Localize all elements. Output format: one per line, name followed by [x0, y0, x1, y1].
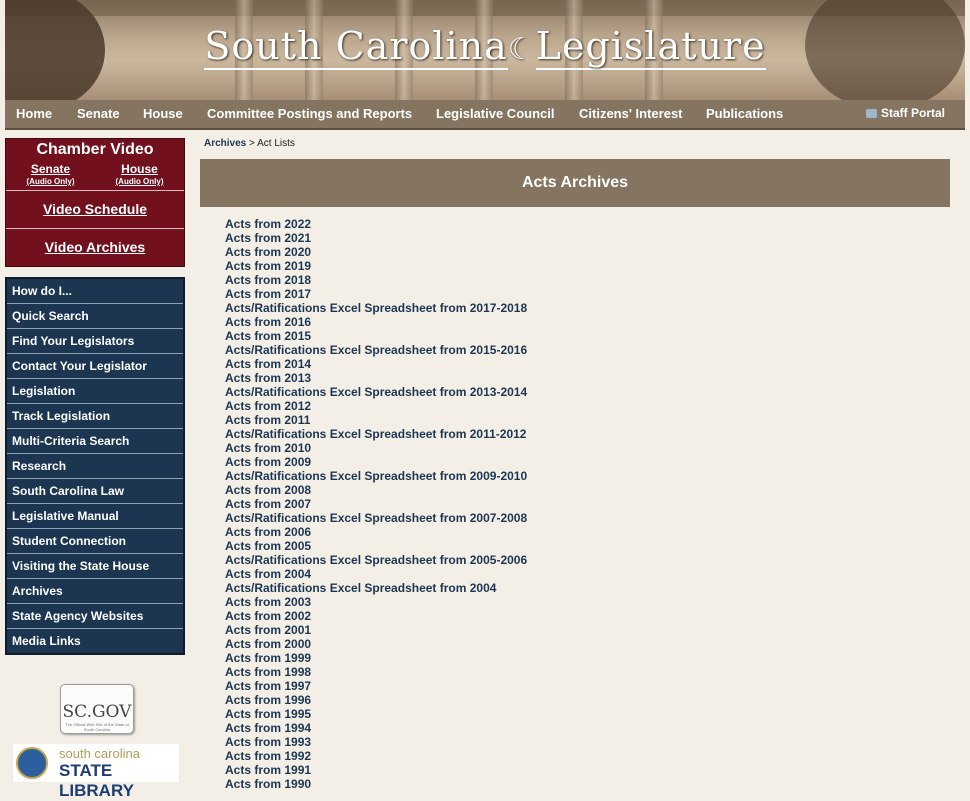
house-audio-only-link[interactable]: (Audio Only)	[116, 177, 164, 186]
act-link[interactable]: Acts from 2021	[225, 231, 527, 245]
sidenav-research[interactable]: Research	[7, 454, 183, 479]
staff-portal-link[interactable]: Staff Portal	[865, 106, 945, 120]
side-nav: How do I... Quick Search Find Your Legis…	[5, 277, 185, 655]
staff-portal-label: Staff Portal	[880, 106, 945, 120]
state-library-logo[interactable]: south carolina STATE LIBRARY	[13, 744, 179, 800]
act-link[interactable]: Acts from 1991	[225, 763, 527, 777]
nav-senate[interactable]: Senate	[77, 106, 120, 121]
acts-list: Acts from 2022 Acts from 2021 Acts from 20…	[225, 217, 527, 791]
nav-committee-postings[interactable]: Committee Postings and Reports	[207, 106, 412, 121]
nav-publications[interactable]: Publications	[706, 106, 783, 121]
senate-audio-only-link[interactable]: (Audio Only)	[27, 177, 75, 186]
act-link[interactable]: Acts from 2004	[225, 567, 527, 581]
page-title: Acts Archives	[200, 159, 950, 207]
act-link[interactable]: Acts from 1998	[225, 665, 527, 679]
lock-icon	[865, 109, 877, 118]
act-link[interactable]: Acts from 1999	[225, 651, 527, 665]
sidenav-media-links[interactable]: Media Links	[7, 629, 183, 653]
breadcrumb-current: Act Lists	[257, 138, 295, 149]
act-link[interactable]: Acts/Ratifications Excel Spreadsheet fro…	[225, 427, 527, 441]
act-link[interactable]: Acts/Ratifications Excel Spreadsheet fro…	[225, 301, 527, 315]
sidenav-state-agency-websites[interactable]: State Agency Websites	[7, 604, 183, 629]
act-link[interactable]: Acts from 2010	[225, 441, 527, 455]
sidenav-legislative-manual[interactable]: Legislative Manual	[7, 504, 183, 529]
act-link[interactable]: Acts from 2013	[225, 371, 527, 385]
sidenav-quick-search[interactable]: Quick Search	[7, 304, 183, 329]
chamber-video-title: Chamber Video	[36, 141, 154, 158]
act-link[interactable]: Acts from 2011	[225, 413, 527, 427]
act-link[interactable]: Acts from 2008	[225, 483, 527, 497]
act-link[interactable]: Acts/Ratifications Excel Spreadsheet fro…	[225, 385, 527, 399]
act-link[interactable]: Acts/Ratifications Excel Spreadsheet fro…	[225, 511, 527, 525]
act-link[interactable]: Acts from 2005	[225, 539, 527, 553]
nav-legislative-council[interactable]: Legislative Council	[436, 106, 554, 121]
sidenav-sc-law[interactable]: South Carolina Law	[7, 479, 183, 504]
act-link[interactable]: Acts from 2014	[225, 357, 527, 371]
sidenav-contact-legislator[interactable]: Contact Your Legislator	[7, 354, 183, 379]
state-library-logo-line2: STATE LIBRARY	[59, 761, 134, 800]
breadcrumb-separator: >	[246, 138, 258, 149]
house-video-link[interactable]: House	[116, 162, 164, 176]
scgov-logo[interactable]: SC.GOV The Official Web Site of the Stat…	[60, 684, 134, 734]
act-link[interactable]: Acts from 2012	[225, 399, 527, 413]
scgov-logo-tagline: The Official Web Site of the State of So…	[65, 722, 129, 732]
act-link[interactable]: Acts from 2019	[225, 259, 527, 273]
top-nav: Home Senate House Committee Postings and…	[5, 100, 965, 130]
state-library-emblem-icon	[16, 747, 48, 779]
act-link[interactable]: Acts from 2015	[225, 329, 527, 343]
act-link[interactable]: Acts/Ratifications Excel Spreadsheet fro…	[225, 469, 527, 483]
nav-house[interactable]: House	[143, 106, 183, 121]
act-link[interactable]: Acts from 2001	[225, 623, 527, 637]
site-title[interactable]: South Carolina☾Legislature	[5, 24, 965, 70]
act-link[interactable]: Acts from 2009	[225, 455, 527, 469]
act-link[interactable]: Acts from 1996	[225, 693, 527, 707]
scgov-logo-text: SC.GOV	[62, 702, 132, 722]
act-link[interactable]: Acts/Ratifications Excel Spreadsheet fro…	[225, 553, 527, 567]
chamber-links: Senate (Audio Only) House (Audio Only)	[6, 159, 184, 191]
act-link[interactable]: Acts from 2002	[225, 609, 527, 623]
act-link[interactable]: Acts from 2016	[225, 315, 527, 329]
sidenav-find-legislators[interactable]: Find Your Legislators	[7, 329, 183, 354]
act-link[interactable]: Acts from 2022	[225, 217, 527, 231]
sidenav-visiting-state-house[interactable]: Visiting the State House	[7, 554, 183, 579]
site-title-part1: South Carolina	[204, 24, 508, 70]
sidenav-legislation[interactable]: Legislation	[7, 379, 183, 404]
sidenav-student-connection[interactable]: Student Connection	[7, 529, 183, 554]
act-link[interactable]: Acts from 2018	[225, 273, 527, 287]
act-link[interactable]: Acts from 1994	[225, 721, 527, 735]
video-archives-link[interactable]: Video Archives	[6, 229, 184, 266]
nav-citizens-interest[interactable]: Citizens' Interest	[579, 106, 683, 121]
act-link[interactable]: Acts from 2020	[225, 245, 527, 259]
act-link[interactable]: Acts from 1995	[225, 707, 527, 721]
breadcrumb-archives-link[interactable]: Archives	[204, 138, 246, 149]
sidenav-how-do-i[interactable]: How do I...	[7, 279, 183, 304]
act-link[interactable]: Acts from 1992	[225, 749, 527, 763]
act-link[interactable]: Acts from 2003	[225, 595, 527, 609]
site-title-part2: Legislature	[535, 24, 766, 70]
left-column: Chamber Video Senate (Audio Only) House …	[5, 138, 185, 655]
senate-video: Senate (Audio Only)	[27, 162, 75, 186]
breadcrumb: Archives > Act Lists	[204, 138, 295, 149]
sidenav-multi-criteria-search[interactable]: Multi-Criteria Search	[7, 429, 183, 454]
senate-video-link[interactable]: Senate	[27, 162, 75, 176]
act-link[interactable]: Acts/Ratifications Excel Spreadsheet fro…	[225, 581, 527, 595]
act-link[interactable]: Acts from 2007	[225, 497, 527, 511]
chamber-video-box: Chamber Video Senate (Audio Only) House …	[5, 138, 185, 267]
act-link[interactable]: Acts from 2000	[225, 637, 527, 651]
act-link[interactable]: Acts/Ratifications Excel Spreadsheet fro…	[225, 343, 527, 357]
house-video: House (Audio Only)	[116, 162, 164, 186]
state-library-logo-line1: south carolina	[59, 746, 140, 761]
site-banner: South Carolina☾Legislature	[5, 0, 965, 100]
act-link[interactable]: Acts from 2006	[225, 525, 527, 539]
act-link[interactable]: Acts from 1993	[225, 735, 527, 749]
nav-home[interactable]: Home	[16, 106, 52, 121]
act-link[interactable]: Acts from 1997	[225, 679, 527, 693]
sidenav-track-legislation[interactable]: Track Legislation	[7, 404, 183, 429]
palmetto-icon: ☾	[507, 32, 536, 67]
video-schedule-link[interactable]: Video Schedule	[6, 191, 184, 229]
act-link[interactable]: Acts from 2017	[225, 287, 527, 301]
sidenav-archives[interactable]: Archives	[7, 579, 183, 604]
